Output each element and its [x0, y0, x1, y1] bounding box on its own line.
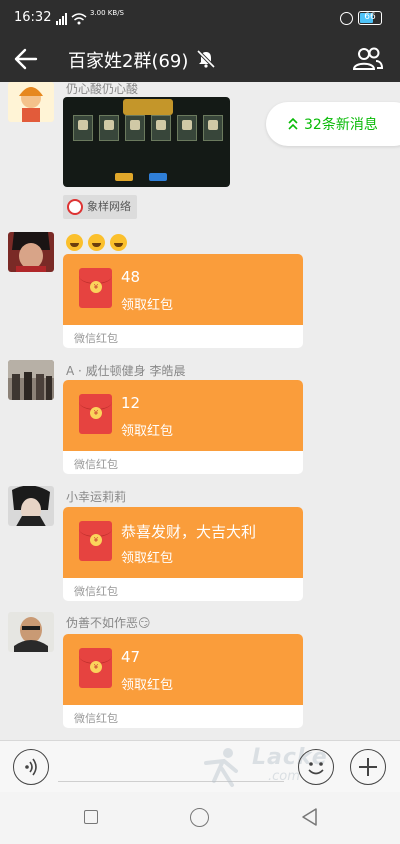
avatar-image	[8, 612, 54, 652]
red-packet-brand: 微信红包	[74, 712, 118, 725]
avatar-image	[8, 82, 54, 122]
avatar-image	[8, 360, 54, 400]
red-packet-amount: 恭喜发财，大吉大利	[121, 523, 257, 541]
input-toolbar: Lacke .com	[0, 740, 400, 792]
avatar[interactable]	[8, 82, 54, 122]
image-card	[99, 115, 119, 141]
red-packet[interactable]: ¥ 恭喜发财，大吉大利 领取红包 微信红包	[63, 507, 303, 601]
grin-emoji-icon	[66, 234, 83, 251]
sender-name: 小幸运莉莉	[66, 490, 127, 504]
source-tag[interactable]: 象样网络	[63, 195, 137, 219]
bell-off-icon	[196, 49, 216, 69]
red-packet-brand: 微信红包	[74, 458, 118, 471]
image-banner	[123, 99, 173, 115]
network-speed: 3.00 KB/S	[90, 9, 125, 17]
new-messages-label: 32条新消息	[304, 117, 378, 133]
red-packet[interactable]: ¥ 12 领取红包 微信红包	[63, 380, 303, 474]
image-card	[125, 115, 145, 141]
avatar[interactable]	[8, 360, 54, 400]
group-icon[interactable]	[352, 44, 384, 74]
avatar[interactable]	[8, 612, 54, 652]
image-card	[151, 115, 171, 141]
red-packet[interactable]: ¥ 48 领取红包 微信红包	[63, 254, 303, 348]
red-envelope-icon: ¥	[79, 268, 112, 308]
image-button	[115, 173, 133, 181]
source-logo-icon	[67, 199, 83, 215]
red-packet-amount: 47	[121, 648, 141, 666]
image-button	[149, 173, 167, 181]
avatar-image	[8, 486, 54, 526]
red-envelope-icon: ¥	[79, 648, 112, 688]
red-packet-action: 领取红包	[121, 551, 174, 566]
source-tag-label: 象样网络	[87, 200, 131, 213]
smiley-icon	[308, 762, 324, 775]
plus-icon[interactable]	[350, 749, 386, 785]
red-packet-action: 领取红包	[121, 678, 174, 693]
recents-button[interactable]	[84, 810, 98, 824]
watermark-subtext: .com	[268, 769, 300, 784]
red-packet[interactable]: ¥ 47 领取红包 微信红包	[63, 634, 303, 728]
image-card	[73, 115, 93, 141]
image-card	[177, 115, 197, 141]
red-packet-brand: 微信红包	[74, 332, 118, 345]
red-packet-amount: 12	[121, 394, 141, 412]
double-chevron-up-icon	[288, 117, 298, 130]
sender-name: A · 威仕顿健身 李皓晨	[66, 364, 186, 378]
red-envelope-icon: ¥	[79, 521, 112, 561]
voice-button[interactable]	[13, 749, 49, 785]
avatar[interactable]	[8, 232, 54, 272]
status-time: 16:32	[14, 10, 52, 25]
sender-name: 伪善不如作恶😏	[66, 616, 151, 630]
home-button[interactable]	[190, 808, 209, 827]
back-triangle-icon[interactable]	[300, 807, 318, 827]
red-packet-amount: 48	[121, 268, 141, 286]
watermark-figure-icon	[204, 748, 238, 787]
red-packet-action: 领取红包	[121, 298, 174, 313]
emoji-row	[66, 234, 132, 255]
arrow-left-icon[interactable]	[12, 46, 40, 72]
battery-icon: 66	[358, 11, 382, 25]
red-packet-action: 领取红包	[121, 424, 174, 439]
status-bar: 16:32 3.00 KB/S 66	[0, 0, 400, 36]
grin-emoji-icon	[88, 234, 105, 251]
grin-emoji-icon	[110, 234, 127, 251]
system-nav-bar	[0, 792, 400, 844]
battery-level: 66	[364, 12, 376, 22]
alarm-icon	[340, 12, 353, 25]
image-message[interactable]	[63, 97, 230, 187]
voice-icon	[25, 758, 37, 776]
emoji-button[interactable]	[298, 749, 334, 785]
chat-title: 百家姓2群(69)	[68, 51, 189, 72]
image-card	[203, 115, 223, 141]
sender-name: 仍心酸仍心酸	[66, 82, 139, 96]
chat-area[interactable]: 仍心酸仍心酸 象样网络 32条新消息 ¥ 48 领取红包 微信红包 A · 威仕…	[0, 82, 400, 740]
red-envelope-icon: ¥	[79, 394, 112, 434]
chat-header: 百家姓2群(69)	[0, 36, 400, 82]
new-messages-button[interactable]: 32条新消息	[266, 102, 400, 146]
red-packet-brand: 微信红包	[74, 585, 118, 598]
avatar[interactable]	[8, 486, 54, 526]
avatar-image	[8, 232, 54, 272]
